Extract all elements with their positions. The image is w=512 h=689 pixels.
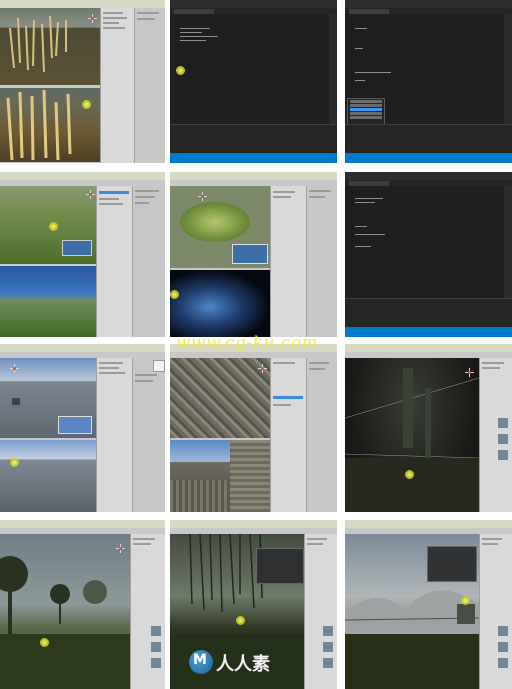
screenshot-dark-forest xyxy=(345,344,512,512)
selected-item[interactable] xyxy=(99,191,129,194)
window-title xyxy=(0,0,165,8)
status-bar xyxy=(170,153,337,163)
inspector-panel[interactable] xyxy=(132,186,165,337)
menu-bar[interactable] xyxy=(345,0,512,8)
inspector-panel[interactable] xyxy=(306,186,337,337)
document-tabs[interactable] xyxy=(345,8,512,14)
cursor-highlight-icon xyxy=(405,470,414,479)
inspector-panel[interactable] xyxy=(132,358,165,512)
output-panel xyxy=(345,124,512,153)
cursor-highlight-icon xyxy=(461,596,470,605)
screenshot-stone-maze xyxy=(170,344,337,512)
window-title xyxy=(0,520,165,528)
menu-bar[interactable] xyxy=(170,0,337,8)
output-panel xyxy=(170,124,337,153)
hierarchy-panel[interactable] xyxy=(130,534,165,689)
cursor-highlight-icon xyxy=(176,66,185,75)
transform-gizmo-icon[interactable] xyxy=(258,364,267,373)
watermark-text: www.cg-ku.com xyxy=(176,333,319,353)
window-title xyxy=(0,344,165,352)
scene-view[interactable] xyxy=(0,358,96,438)
wheat-stalks-graphic xyxy=(9,15,67,73)
scene-view[interactable] xyxy=(170,186,270,268)
cursor-highlight-icon xyxy=(10,458,19,467)
menu-bar[interactable] xyxy=(345,172,512,180)
hierarchy-panel[interactable] xyxy=(96,358,133,512)
screenshot-foggy-trees xyxy=(0,520,165,689)
code-editor-window xyxy=(345,0,512,163)
transform-gizmo-icon[interactable] xyxy=(198,192,207,201)
code-area[interactable] xyxy=(351,190,504,299)
cursor-highlight-icon xyxy=(170,290,179,299)
hierarchy-panel[interactable] xyxy=(270,358,307,512)
inspector-panel[interactable] xyxy=(134,8,165,163)
game-view[interactable] xyxy=(0,266,96,337)
screenshot-terrain-pond xyxy=(0,172,165,337)
hierarchy-panel[interactable] xyxy=(479,358,512,512)
scene-view[interactable] xyxy=(345,358,479,512)
transform-gizmo-icon[interactable] xyxy=(116,544,125,553)
cursor-highlight-icon xyxy=(236,616,245,625)
selected-item[interactable] xyxy=(273,396,303,399)
window-title xyxy=(170,520,337,528)
document-tabs[interactable] xyxy=(345,180,512,186)
game-view[interactable] xyxy=(170,440,270,512)
transform-gizmo-icon[interactable] xyxy=(88,14,97,23)
cursor-highlight-icon xyxy=(49,222,58,231)
game-view[interactable] xyxy=(170,270,270,337)
screenshot-island-terrain xyxy=(170,172,337,337)
code-editor-window xyxy=(345,172,512,337)
transform-gizmo-icon[interactable] xyxy=(10,364,19,373)
status-bar xyxy=(345,153,512,163)
document-tabs[interactable] xyxy=(170,8,337,14)
cursor-highlight-icon xyxy=(40,638,49,647)
screenshot-wheat-field xyxy=(0,0,165,163)
window-title xyxy=(345,520,512,528)
forest-silhouette-graphic xyxy=(345,368,479,512)
window-title xyxy=(345,344,512,352)
tree-silhouette-graphic xyxy=(0,556,130,689)
code-editor-window xyxy=(170,0,337,163)
hierarchy-panel[interactable] xyxy=(96,186,133,337)
window-title xyxy=(170,172,337,180)
scene-view[interactable] xyxy=(170,358,270,438)
scene-view[interactable] xyxy=(0,8,100,85)
hierarchy-panel[interactable] xyxy=(270,186,307,337)
status-bar xyxy=(345,327,512,337)
hierarchy-panel[interactable] xyxy=(100,8,135,163)
game-view[interactable] xyxy=(0,88,100,162)
game-view[interactable] xyxy=(0,440,96,512)
transform-gizmo-icon[interactable] xyxy=(86,190,95,199)
scene-view[interactable] xyxy=(345,534,479,689)
cursor-highlight-icon xyxy=(82,100,91,109)
hierarchy-panel[interactable] xyxy=(304,534,337,689)
code-area[interactable] xyxy=(176,18,329,125)
scene-view[interactable] xyxy=(0,534,130,689)
screenshot-skybox xyxy=(0,344,165,512)
screenshot-foggy-hills xyxy=(345,520,512,689)
logo-text: 人人素 xyxy=(216,654,270,675)
output-panel xyxy=(345,298,512,327)
inspector-panel[interactable] xyxy=(306,358,337,512)
scene-view[interactable] xyxy=(0,186,96,264)
m-logo-icon xyxy=(189,650,213,674)
hierarchy-panel[interactable] xyxy=(479,534,512,689)
window-title xyxy=(0,172,165,180)
transform-gizmo-icon[interactable] xyxy=(465,368,474,377)
